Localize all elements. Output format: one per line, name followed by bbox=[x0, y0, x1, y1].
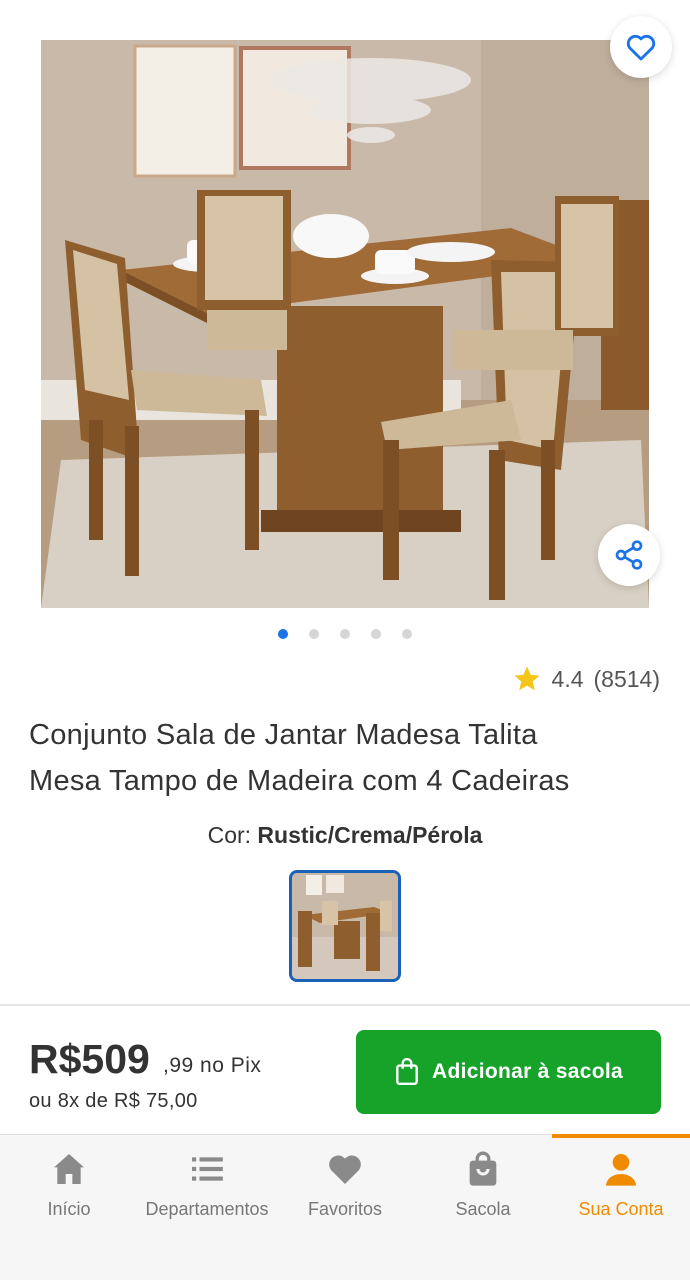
share-icon bbox=[615, 540, 643, 570]
list-icon bbox=[192, 1157, 223, 1181]
product-image[interactable] bbox=[41, 40, 649, 608]
swatch-thumbnail-image bbox=[292, 873, 398, 979]
favorite-button[interactable] bbox=[610, 16, 672, 78]
pagination-dot[interactable] bbox=[340, 629, 350, 639]
pagination-dot[interactable] bbox=[371, 629, 381, 639]
nav-label: Início bbox=[47, 1199, 91, 1219]
color-swatch-thumbnail[interactable] bbox=[289, 870, 401, 982]
bottom-navigation: Início Departamentos Favoritos Sacola Su… bbox=[0, 1134, 690, 1280]
dining-set-illustration bbox=[41, 40, 649, 608]
rating-value: 4.4 bbox=[551, 665, 584, 692]
product-title-line-2: Mesa Tampo de Madeira com 4 Cadeiras bbox=[29, 765, 570, 797]
color-selector-label: Cor: Rustic/Crema/Pérola bbox=[0, 822, 690, 849]
color-value: Rustic/Crema/Pérola bbox=[257, 822, 483, 848]
product-title: Conjunto Sala de Jantar Madesa Talita Me… bbox=[29, 712, 669, 804]
nav-label: Departamentos bbox=[145, 1199, 269, 1219]
nav-label: Sua Conta bbox=[578, 1199, 664, 1219]
star-icon bbox=[514, 666, 540, 691]
nav-item-sua-conta[interactable]: Sua Conta bbox=[552, 1134, 690, 1280]
bag-icon bbox=[469, 1151, 497, 1186]
nav-label: Sacola bbox=[455, 1199, 511, 1219]
user-icon bbox=[606, 1154, 636, 1186]
nav-label: Favoritos bbox=[307, 1199, 383, 1219]
color-label: Cor: bbox=[207, 822, 252, 848]
image-pagination bbox=[0, 629, 690, 639]
nav-item-inicio[interactable]: Início bbox=[0, 1135, 138, 1280]
pagination-dot[interactable] bbox=[309, 629, 319, 639]
home-icon bbox=[54, 1154, 84, 1184]
add-to-bag-button[interactable]: Adicionar à sacola bbox=[356, 1030, 661, 1114]
installments-text: ou 8x de R$ 75,00 bbox=[29, 1090, 198, 1112]
heart-icon bbox=[329, 1155, 361, 1184]
nav-item-favoritos[interactable]: Favoritos bbox=[276, 1135, 414, 1280]
product-rating[interactable]: 4.4 (8514) bbox=[512, 664, 660, 694]
buy-bar: R$509 ,99 no Pix ou 8x de R$ 75,00 Adici… bbox=[0, 1004, 690, 1134]
add-to-bag-label: Adicionar à sacola bbox=[432, 1060, 623, 1083]
product-title-line-1: Conjunto Sala de Jantar Madesa Talita bbox=[29, 719, 538, 751]
pagination-dot[interactable] bbox=[402, 629, 412, 639]
product-gallery bbox=[0, 0, 690, 660]
nav-item-sacola[interactable]: Sacola bbox=[414, 1135, 552, 1280]
price-main: R$509 bbox=[29, 1036, 150, 1082]
pagination-dot-active[interactable] bbox=[278, 629, 288, 639]
heart-outline-icon bbox=[626, 34, 656, 61]
review-count: (8514) bbox=[593, 665, 660, 692]
price-cents-pix: ,99 no Pix bbox=[163, 1054, 262, 1077]
nav-item-departamentos[interactable]: Departamentos bbox=[138, 1135, 276, 1280]
share-button[interactable] bbox=[598, 524, 660, 586]
shopping-bag-icon bbox=[396, 1058, 418, 1086]
